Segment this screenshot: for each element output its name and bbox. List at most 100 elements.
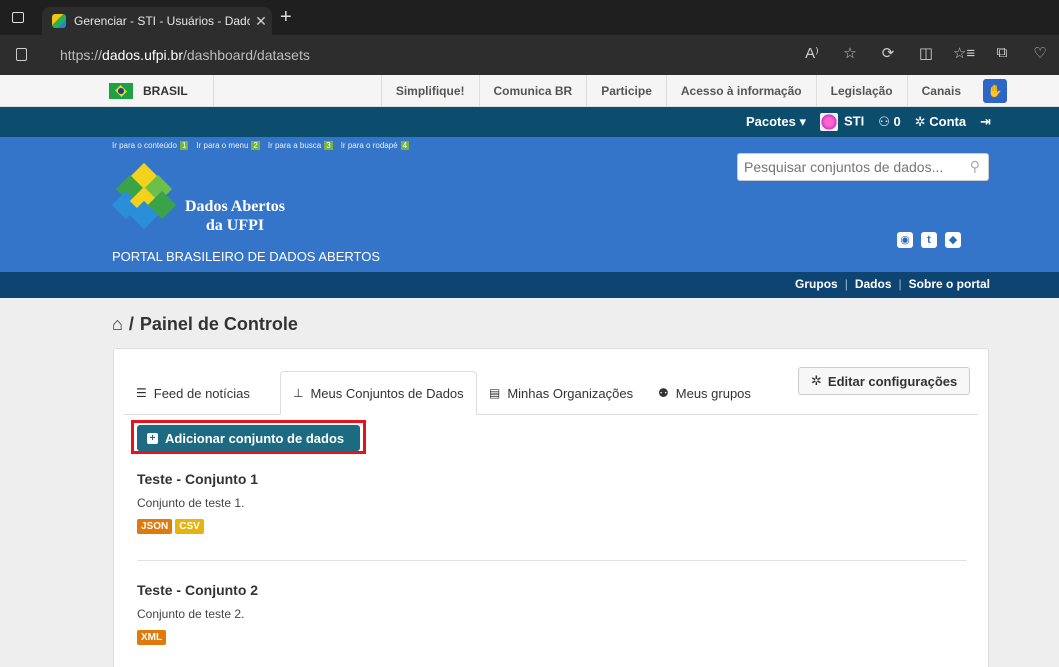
main-content: ⌂ / Painel de Controle ☰ Feed de notícia…	[0, 298, 1059, 667]
notifications-count: 0	[893, 114, 901, 129]
gear-icon: ✲	[811, 373, 822, 388]
list-icon: ☰	[136, 386, 147, 400]
format-badge-xml[interactable]: XML	[137, 630, 167, 645]
gov-link-participe[interactable]: Participe	[586, 75, 666, 107]
group-icon: ⚉	[658, 386, 669, 400]
dataset-title[interactable]: Teste - Conjunto 1	[137, 471, 967, 487]
dataset-item: Teste - Conjunto 2 Conjunto de teste 2. …	[137, 582, 967, 645]
nav-separator: |	[844, 277, 848, 291]
address-bar: https://dados.ufpi.br/dashboard/datasets…	[0, 35, 1059, 75]
close-tab-icon[interactable]: ✕	[250, 13, 272, 30]
tab-label: Meus Conjuntos de Dados	[310, 385, 464, 401]
search-box: ⚲	[737, 153, 989, 181]
split-screen-icon[interactable]: ◫	[907, 44, 945, 62]
dataset-title[interactable]: Teste - Conjunto 2	[137, 582, 967, 598]
tab-label: Minhas Organizações	[507, 385, 634, 401]
rss-icon[interactable]: ◉	[897, 232, 913, 248]
gov-link-comunica[interactable]: Comunica BR	[478, 75, 587, 107]
tab-my-organizations[interactable]: ▤ Minhas Organizações	[477, 371, 645, 415]
user-link[interactable]: STI	[819, 113, 865, 131]
tab-label: Meus grupos	[675, 385, 751, 401]
dashboard-card: ☰ Feed de notícias ⊥ Meus Conjuntos de D…	[113, 348, 989, 667]
format-badge-json[interactable]: JSON	[137, 519, 173, 534]
lock-icon[interactable]	[16, 48, 27, 61]
url-domain: dados.ufpi.br	[102, 47, 183, 63]
masthead: Ir para o conteúdo 1 Ir para o menu 2 Ir p…	[0, 137, 1059, 272]
brasil-link[interactable]: BRASIL	[97, 75, 214, 107]
twitter-icon[interactable]: t	[921, 232, 937, 248]
favicon-icon	[52, 14, 66, 28]
dashboard-icon: ⚇	[878, 114, 894, 129]
browser-tab-bar: Gerenciar - STI - Usuários - Dados ✕ +	[0, 0, 1059, 35]
skip-link-footer[interactable]: Ir para o rodapé 4	[341, 141, 410, 150]
add-dataset-button[interactable]: + Adicionar conjunto de dados	[137, 425, 360, 451]
user-name: STI	[843, 113, 865, 129]
skip-links: Ir para o conteúdo 1 Ir para o menu 2 Ir p…	[112, 141, 410, 150]
gov-link-simplifique[interactable]: Simplifique!	[380, 75, 479, 107]
search-input[interactable]	[738, 154, 958, 180]
dataset-item: Teste - Conjunto 1 Conjunto de teste 1. …	[137, 471, 967, 534]
edit-settings-button[interactable]: ✲ Editar configurações	[798, 367, 971, 395]
nav-dados[interactable]: Dados	[855, 277, 892, 291]
dashboard-tabs: ☰ Feed de notícias ⊥ Meus Conjuntos de D…	[114, 349, 988, 415]
tab-news-feed[interactable]: ☰ Feed de notícias	[124, 371, 262, 415]
building-icon: ▤	[489, 386, 501, 400]
skip-link-menu[interactable]: Ir para o menu 2	[196, 141, 260, 150]
tab-title: Gerenciar - STI - Usuários - Dados	[74, 14, 250, 28]
page-title[interactable]: Painel de Controle	[140, 314, 298, 335]
browser-tab[interactable]: Gerenciar - STI - Usuários - Dados ✕	[42, 7, 272, 35]
format-badge-csv[interactable]: CSV	[175, 519, 204, 534]
tab-actions-icon[interactable]	[12, 12, 24, 23]
account-bar: Pacotes ▾ STI ⚇ 0 ✲ Conta ⇥	[0, 107, 1059, 137]
url-field[interactable]: https://dados.ufpi.br/dashboard/datasets	[60, 47, 310, 63]
nav-sobre[interactable]: Sobre o portal	[909, 277, 990, 291]
nav-grupos[interactable]: Grupos	[795, 277, 838, 291]
portal-name: PORTAL BRASILEIRO DE DADOS ABERTOS	[112, 249, 381, 264]
home-icon[interactable]: ⌂	[112, 314, 123, 335]
sign-out-icon[interactable]: ⇥	[980, 114, 991, 130]
refresh-icon[interactable]: ⟳	[869, 44, 907, 62]
tab-my-groups[interactable]: ⚉ Meus grupos	[646, 371, 763, 415]
accessibility-icon[interactable]: ✋	[983, 79, 1007, 103]
site-logo-text[interactable]: Dados Abertos da UFPI	[185, 197, 285, 235]
skip-link-content[interactable]: Ir para o conteúdo 1	[112, 141, 189, 150]
tab-my-datasets[interactable]: ⊥ Meus Conjuntos de Dados	[280, 371, 477, 415]
tab-label: Feed de notícias	[153, 385, 250, 401]
gov-link-acesso[interactable]: Acesso à informação	[665, 75, 816, 107]
logo-line-2: da UFPI	[205, 217, 265, 234]
brazil-flag-icon	[109, 83, 133, 99]
add-dataset-label: Adicionar conjunto de dados	[165, 430, 345, 446]
plus-square-icon: +	[147, 432, 158, 444]
skip-link-search[interactable]: Ir para a busca 3	[268, 141, 333, 150]
social-links: ◉ t ◆	[897, 232, 961, 248]
ufpi-cube-logo-icon[interactable]	[110, 162, 182, 230]
new-tab-icon[interactable]: +	[280, 6, 292, 29]
collections-icon[interactable]: ⧉	[983, 44, 1021, 62]
nav-separator: |	[898, 277, 902, 291]
gov-link-canais[interactable]: Canais	[906, 75, 975, 107]
copilot-icon[interactable]: ♡	[1021, 44, 1059, 62]
account-link[interactable]: ✲ Conta	[915, 114, 966, 130]
dataset-description: Conjunto de teste 2.	[137, 607, 245, 621]
account-label: Conta	[929, 114, 967, 129]
search-icon[interactable]: ⚲	[970, 158, 980, 175]
packages-menu[interactable]: Pacotes ▾	[746, 114, 806, 130]
gear-icon: ✲	[914, 114, 930, 129]
github-icon[interactable]: ◆	[945, 232, 961, 248]
read-aloud-icon[interactable]: A⁾	[793, 44, 831, 62]
sitemap-icon: ⊥	[293, 386, 304, 400]
favorite-icon[interactable]: ☆	[831, 44, 869, 62]
gov-link-legislacao[interactable]: Legislação	[815, 75, 907, 107]
gov-bar: BRASIL Simplifique! Comunica BR Particip…	[0, 75, 1059, 107]
brasil-label: BRASIL	[143, 84, 188, 98]
logo-line-1: Dados Abertos	[185, 198, 286, 215]
dataset-description: Conjunto de teste 1.	[137, 496, 245, 510]
favorites-bar-icon[interactable]: ☆≡	[945, 44, 983, 62]
url-path: /dashboard/datasets	[182, 47, 310, 63]
edit-settings-label: Editar configurações	[827, 373, 958, 389]
divider	[137, 560, 967, 561]
url-prefix: https://	[60, 47, 103, 63]
browser-toolbar: A⁾ ☆ ⟳ ◫ ☆≡ ⧉ ♡	[793, 44, 1059, 62]
notifications-link[interactable]: ⚇ 0	[878, 114, 901, 130]
main-nav: Grupos | Dados | Sobre o portal	[0, 272, 1059, 298]
